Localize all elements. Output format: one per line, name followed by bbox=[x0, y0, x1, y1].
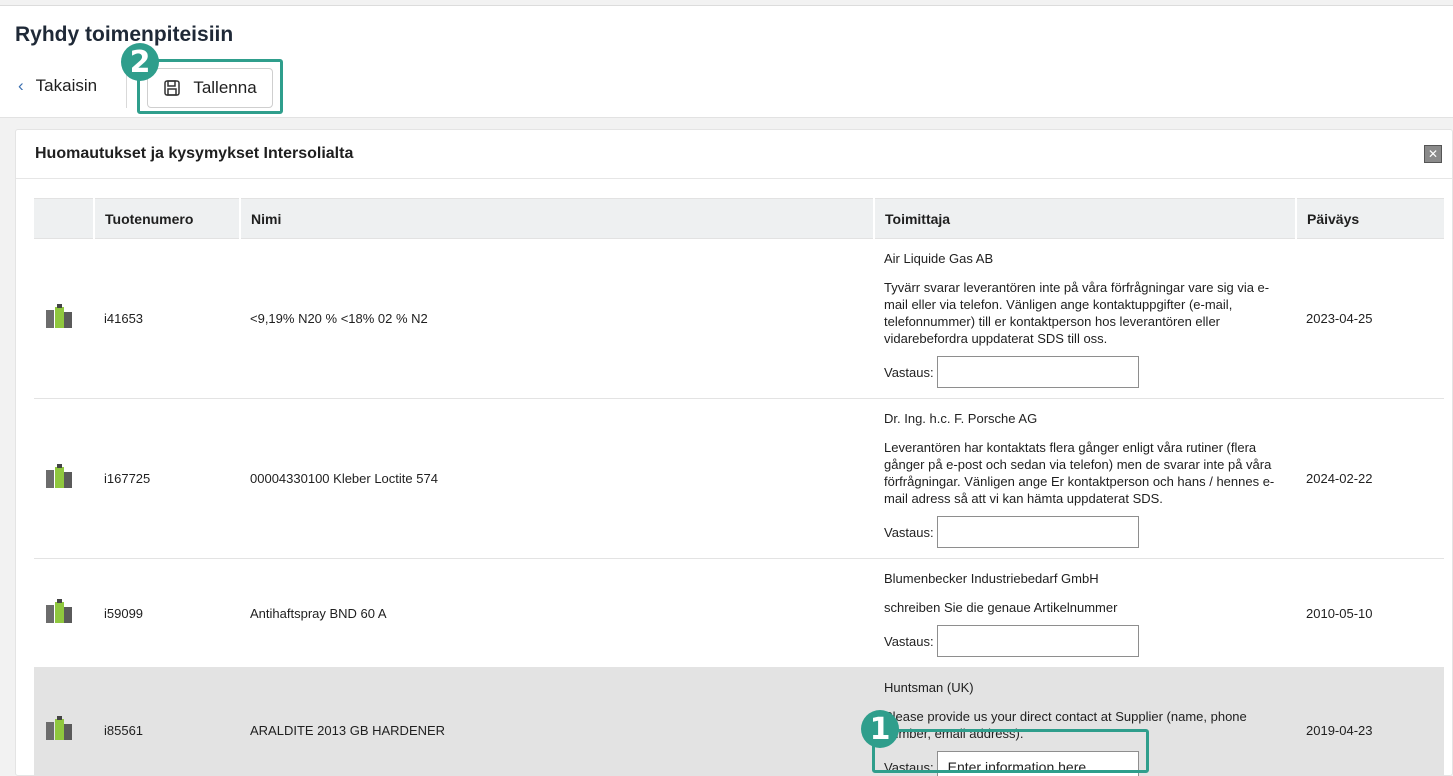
table-row[interactable]: i167725 00004330100 Kleber Loctite 574 D… bbox=[34, 398, 1444, 559]
answer-row: Vastaus: bbox=[884, 751, 1286, 776]
page-title: Ryhdy toimenpiteisiin bbox=[15, 23, 234, 46]
column-header-supplier[interactable]: Toimittaja bbox=[873, 198, 1296, 239]
answer-row: Vastaus: bbox=[884, 356, 1286, 388]
product-name: Antihaftspray BND 60 A bbox=[240, 558, 874, 668]
row-icon-cell bbox=[34, 238, 94, 399]
back-label: Takaisin bbox=[35, 76, 98, 95]
answer-row: Vastaus: bbox=[884, 625, 1286, 657]
chemical-product-icon bbox=[44, 716, 74, 742]
supplier-cell: Air Liquide Gas AB Tyvärr svarar leveran… bbox=[874, 238, 1296, 399]
row-icon-cell bbox=[34, 558, 94, 668]
notes-panel: Huomautukset ja kysymykset Intersolialta… bbox=[15, 129, 1453, 776]
callout-number-2: 2 bbox=[121, 43, 159, 81]
panel-title: Huomautukset ja kysymykset Intersolialta bbox=[35, 145, 354, 162]
chemical-product-icon bbox=[44, 304, 74, 330]
column-header-date[interactable]: Päiväys bbox=[1295, 198, 1444, 239]
date-cell: 2019-04-23 bbox=[1296, 667, 1444, 776]
supplier-cell: Blumenbecker Industriebedarf GmbH schrei… bbox=[874, 558, 1296, 668]
toolbar-divider bbox=[126, 72, 127, 108]
product-number: i41653 bbox=[94, 238, 240, 399]
supplier-cell: Huntsman (UK) Please provide us your dir… bbox=[874, 667, 1296, 776]
product-number: i59099 bbox=[94, 558, 240, 668]
supplier-name: Huntsman (UK) bbox=[884, 680, 974, 695]
row-icon-cell bbox=[34, 667, 94, 776]
chemical-product-icon bbox=[44, 598, 74, 625]
product-number: i85561 bbox=[94, 667, 240, 776]
notes-table: Tuotenumero Nimi Toimittaja Päiväys i416… bbox=[34, 198, 1444, 776]
save-label: Tallenna bbox=[193, 78, 257, 97]
column-header-product-no[interactable]: Tuotenumero bbox=[93, 198, 240, 239]
chevron-left-icon: ‹ bbox=[18, 76, 24, 95]
callout-number-1: 1 bbox=[861, 710, 899, 748]
date-cell: 2023-04-25 bbox=[1296, 238, 1444, 399]
date-cell: 2010-05-10 bbox=[1296, 558, 1444, 668]
answer-input[interactable] bbox=[936, 625, 1139, 657]
supplier-message: Please provide us your direct contact at… bbox=[884, 709, 1247, 741]
date-cell: 2024-02-22 bbox=[1296, 398, 1444, 559]
answer-input[interactable] bbox=[936, 516, 1139, 548]
supplier-name: Blumenbecker Industriebedarf GmbH bbox=[884, 571, 1099, 586]
supplier-cell: Dr. Ing. h.c. F. Porsche AG Leverantören… bbox=[874, 398, 1296, 559]
save-button[interactable]: Tallenna bbox=[147, 68, 273, 108]
product-name: ARALDITE 2013 GB HARDENER bbox=[240, 667, 874, 776]
supplier-message: schreiben Sie die genaue Artikelnummer bbox=[884, 600, 1118, 615]
row-icon-cell bbox=[34, 398, 94, 559]
floppy-disk-icon bbox=[164, 80, 181, 96]
panel-divider bbox=[16, 178, 1452, 179]
answer-input[interactable] bbox=[936, 751, 1139, 776]
product-number: i167725 bbox=[94, 398, 240, 559]
supplier-message: Tyvärr svarar leverantören inte på våra … bbox=[884, 280, 1270, 346]
table-row[interactable]: i85561 ARALDITE 2013 GB HARDENER Huntsma… bbox=[34, 667, 1444, 776]
answer-label: Vastaus: bbox=[884, 633, 934, 649]
close-icon[interactable]: ✕ bbox=[1424, 145, 1442, 163]
table-row[interactable]: i59099 Antihaftspray BND 60 A Blumenbeck… bbox=[34, 558, 1444, 668]
supplier-message: Leverantören har kontaktats flera gånger… bbox=[884, 440, 1275, 506]
answer-label: Vastaus: bbox=[884, 364, 934, 380]
answer-row: Vastaus: bbox=[884, 516, 1286, 548]
chemical-product-icon bbox=[44, 464, 74, 490]
product-name: 00004330100 Kleber Loctite 574 bbox=[240, 398, 874, 559]
back-link[interactable]: ‹ Takaisin bbox=[18, 76, 97, 96]
answer-label: Vastaus: bbox=[884, 524, 934, 540]
supplier-name: Air Liquide Gas AB bbox=[884, 251, 994, 266]
column-header-name[interactable]: Nimi bbox=[239, 198, 874, 239]
page-header: Ryhdy toimenpiteisiin ‹ Takaisin Tallenn… bbox=[0, 6, 1453, 118]
table-header-row: Tuotenumero Nimi Toimittaja Päiväys bbox=[34, 198, 1444, 239]
table-row[interactable]: i41653 <9,19% N20 % <18% 02 % N2 Air Liq… bbox=[34, 238, 1444, 399]
supplier-name: Dr. Ing. h.c. F. Porsche AG bbox=[884, 411, 1038, 426]
answer-label: Vastaus: bbox=[884, 759, 934, 775]
product-name: <9,19% N20 % <18% 02 % N2 bbox=[240, 238, 874, 399]
column-header-icon bbox=[34, 198, 94, 239]
answer-input[interactable] bbox=[936, 356, 1139, 388]
